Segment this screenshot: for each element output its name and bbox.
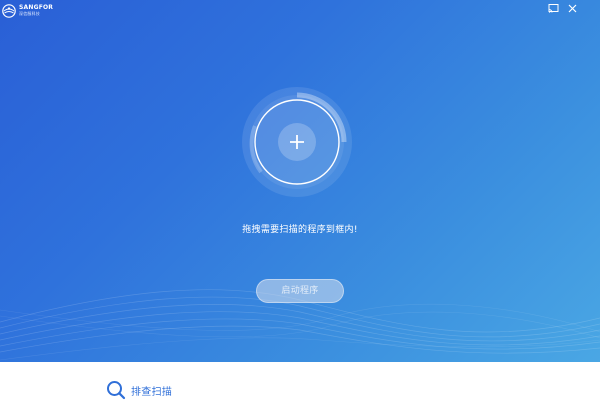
brand-subtitle: 深信服科技	[19, 10, 40, 16]
brand-name: SANGFOR	[19, 3, 54, 11]
search-icon	[106, 380, 126, 400]
footer-bar: 排查扫描	[0, 362, 600, 420]
quarantine-scan-label: 排查扫描	[131, 386, 173, 398]
drop-zone[interactable]	[241, 86, 353, 198]
drop-hint: 拖拽需要扫描的程序到框内!	[242, 225, 358, 235]
title-bar: SANGFOR 深信服科技	[0, 0, 600, 22]
close-icon[interactable]	[567, 3, 578, 14]
main-panel: SANGFOR 深信服科技 拖拽需要扫描的程序到框内! 启动程序	[0, 0, 600, 362]
screen-cast-icon[interactable]	[548, 3, 559, 14]
start-program-button[interactable]: 启动程序	[256, 279, 344, 303]
app-window: SANGFOR 深信服科技 拖拽需要扫描的程序到框内! 启动程序 排查扫描	[0, 0, 600, 420]
quarantine-scan-link[interactable]: 排查扫描	[106, 380, 172, 400]
globe-logo-icon	[2, 3, 16, 18]
brand: SANGFOR 深信服科技	[2, 3, 54, 18]
